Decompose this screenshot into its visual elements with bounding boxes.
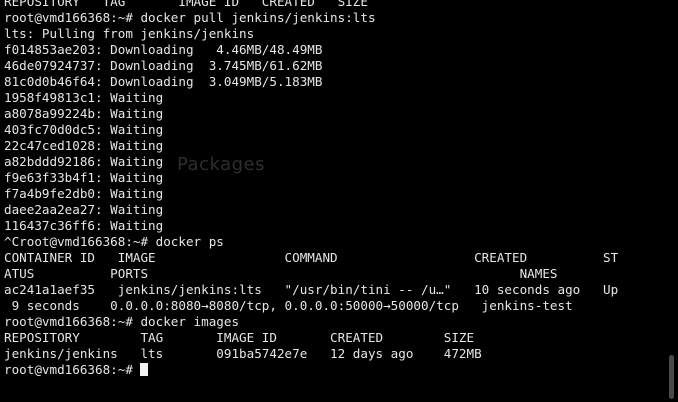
terminal-line: 22c47ced1028: Waiting bbox=[4, 138, 164, 153]
terminal-line: 81c0d0b46f64: Downloading 3.049MB/5.183M… bbox=[4, 74, 323, 89]
terminal-line: 1958f49813c1: Waiting bbox=[4, 90, 164, 105]
terminal-line: ^Croot@vmd166368:~# docker ps bbox=[4, 234, 224, 249]
terminal-window[interactable]: Packages REPOSITORY TAG IMAGE ID CREATED… bbox=[0, 0, 678, 402]
terminal-line: jenkins/jenkins lts 091ba5742e7e 12 days… bbox=[4, 346, 482, 361]
terminal-line: REPOSITORY TAG IMAGE ID CREATED SIZE bbox=[4, 0, 368, 9]
terminal-line: 46de07924737: Downloading 3.745MB/61.62M… bbox=[4, 58, 323, 73]
terminal-line: lts: Pulling from jenkins/jenkins bbox=[4, 26, 255, 41]
terminal-line: 116437c36ff6: Waiting bbox=[4, 218, 164, 233]
terminal-line: REPOSITORY TAG IMAGE ID CREATED SIZE bbox=[4, 330, 475, 345]
scrollbar-thumb[interactable] bbox=[669, 355, 674, 399]
terminal-line: 9 seconds 0.0.0.0:8080→8080/tcp, 0.0.0.0… bbox=[4, 298, 573, 313]
terminal-line: ATUS PORTS NAMES bbox=[4, 266, 558, 281]
terminal-output: REPOSITORY TAG IMAGE ID CREATED SIZE roo… bbox=[4, 0, 658, 378]
terminal-line: ac241a1aef35 jenkins/jenkins:lts "/usr/b… bbox=[4, 282, 619, 297]
terminal-line: a82bddd92186: Waiting bbox=[4, 154, 164, 169]
terminal-prompt-line[interactable]: root@vmd166368:~# bbox=[4, 362, 658, 378]
text-cursor bbox=[140, 363, 149, 376]
terminal-line: daee2aa2ea27: Waiting bbox=[4, 202, 164, 217]
terminal-line: 403fc70d0dc5: Waiting bbox=[4, 122, 164, 137]
terminal-line: root@vmd166368:~# docker pull jenkins/je… bbox=[4, 10, 376, 25]
terminal-line: CONTAINER ID IMAGE COMMAND CREATED ST bbox=[4, 250, 619, 265]
terminal-line: a8078a99224b: Waiting bbox=[4, 106, 164, 121]
terminal-prompt: root@vmd166368:~# bbox=[4, 362, 141, 377]
terminal-line: f7a4b9fe2db0: Waiting bbox=[4, 186, 164, 201]
vertical-scrollbar[interactable] bbox=[666, 0, 678, 402]
terminal-line: f9e63f33b4f1: Waiting bbox=[4, 170, 164, 185]
terminal-line: f014853ae203: Downloading 4.46MB/48.49MB bbox=[4, 42, 323, 57]
terminal-line: root@vmd166368:~# docker images bbox=[4, 314, 240, 329]
